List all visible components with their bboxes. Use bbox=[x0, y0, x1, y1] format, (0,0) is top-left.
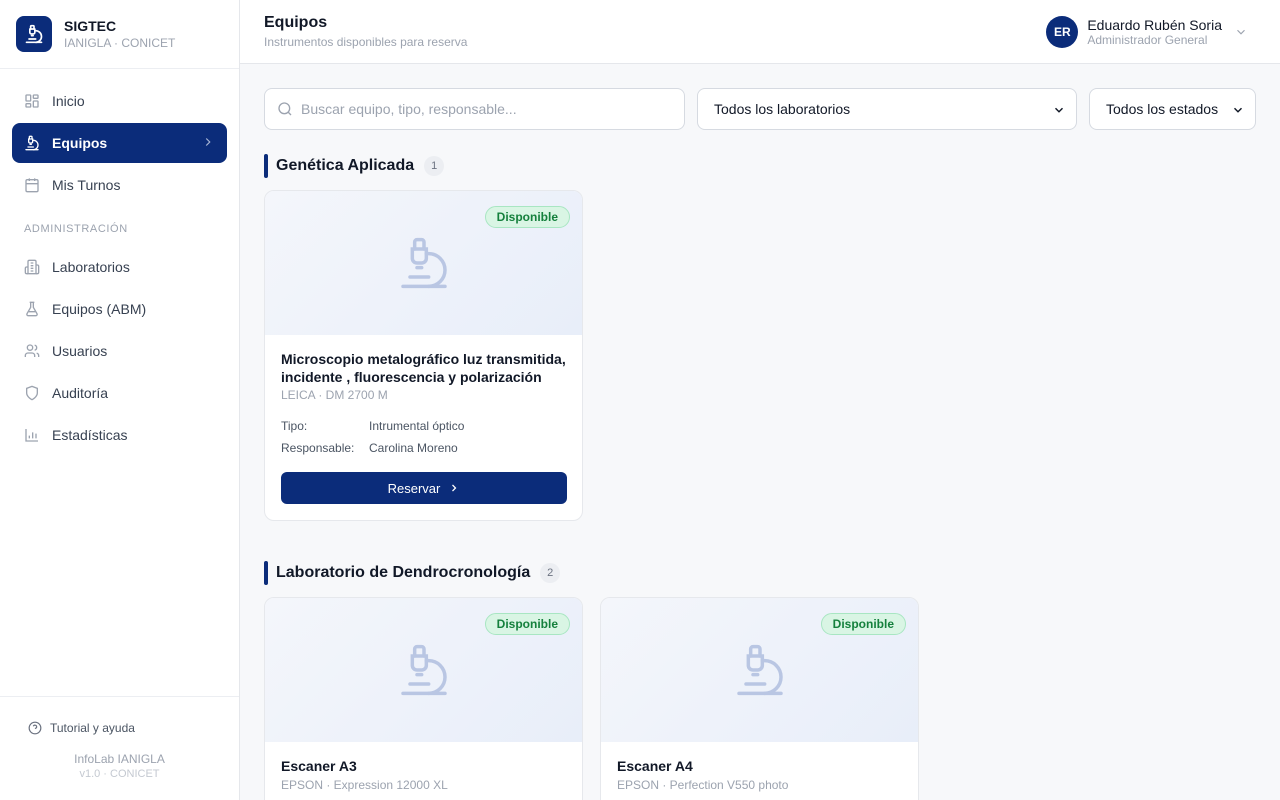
sidebar-item-inicio[interactable]: Inicio bbox=[12, 81, 227, 121]
chevron-down-icon bbox=[1237, 29, 1245, 35]
page-subtitle: Instrumentos disponibles para reserva bbox=[264, 35, 468, 49]
sidebar-item-label: Equipos bbox=[52, 135, 108, 151]
tipo-label: Tipo: bbox=[281, 419, 308, 433]
sidebar-item-label: Equipos (ABM) bbox=[52, 301, 147, 317]
section-title: Laboratorio de Dendrocronología bbox=[276, 564, 531, 581]
sidebar-nav: Inicio Equipos Mis Turnos ADMINISTRACIÓN… bbox=[0, 69, 239, 469]
user-menu[interactable]: ER Eduardo Rubén Soria Administrador Gen… bbox=[1046, 16, 1248, 48]
equipment-model: EPSON · Expression 12000 XL bbox=[281, 777, 448, 792]
equipment-image: Disponible bbox=[265, 191, 582, 335]
responsable-value: Carolina Moreno bbox=[369, 441, 458, 455]
laboratory-select-value: Todos los laboratorios bbox=[714, 101, 851, 117]
user-name: Eduardo Rubén Soria bbox=[1087, 16, 1222, 33]
sidebar-item-label: Mis Turnos bbox=[52, 177, 121, 193]
section-accent bbox=[264, 154, 268, 178]
sidebar-item-label: Inicio bbox=[52, 93, 85, 109]
reserve-button-label: Reservar bbox=[387, 480, 441, 496]
sidebar-item-label: Estadísticas bbox=[52, 427, 128, 443]
equipment-title: Escaner A3 bbox=[281, 758, 357, 774]
sidebar-item-label: Auditoría bbox=[52, 385, 109, 401]
status-badge: Disponible bbox=[484, 613, 570, 635]
chevron-right-icon bbox=[205, 138, 211, 146]
status-select[interactable]: Todos los estados bbox=[1089, 88, 1256, 130]
equipment-model: EPSON · Perfection V550 photo bbox=[617, 777, 789, 792]
footer-version: v1.0 · CONICET bbox=[79, 768, 160, 780]
search-icon bbox=[278, 102, 292, 116]
status-badge: Disponible bbox=[484, 206, 570, 228]
microscope-placeholder-icon bbox=[400, 237, 447, 289]
users-icon bbox=[24, 344, 40, 357]
page-title: Equipos bbox=[264, 14, 328, 31]
grid-icon bbox=[25, 94, 39, 108]
sidebar-item-mis-turnos[interactable]: Mis Turnos bbox=[12, 165, 227, 205]
brand: SIGTEC IANIGLA · CONICET bbox=[0, 0, 239, 69]
header: Equipos Instrumentos disponibles para re… bbox=[240, 0, 1280, 64]
tipo-value: Intrumental óptico bbox=[369, 419, 465, 433]
flask-icon bbox=[26, 301, 38, 317]
section-header: Laboratorio de Dendrocronología 2 bbox=[264, 561, 561, 585]
section-header: Genética Aplicada 1 bbox=[264, 154, 445, 178]
microscope-icon bbox=[25, 135, 39, 151]
section-accent bbox=[264, 561, 268, 585]
sidebar-item-estadisticas[interactable]: Estadísticas bbox=[12, 415, 227, 455]
sidebar-item-usuarios[interactable]: Usuarios bbox=[12, 331, 227, 371]
bar-chart-icon bbox=[25, 429, 38, 442]
laboratory-select[interactable]: Todos los laboratorios bbox=[697, 88, 1077, 130]
help-label: Tutorial y ayuda bbox=[50, 721, 135, 735]
building-icon bbox=[24, 259, 40, 275]
status-badge: Disponible bbox=[820, 613, 906, 635]
sidebar-footer: Tutorial y ayuda InfoLab IANIGLA v1.0 · … bbox=[0, 696, 239, 800]
sidebar-item-label: Usuarios bbox=[52, 343, 108, 359]
equipment-image: Disponible bbox=[265, 598, 582, 742]
equipment-card: Disponible Escaner A3 EPSON · Expression… bbox=[264, 597, 583, 800]
sidebar-item-auditoria[interactable]: Auditoría bbox=[12, 373, 227, 413]
section-count-badge: 1 bbox=[424, 156, 445, 176]
footer-org: InfoLab IANIGLA bbox=[74, 752, 165, 766]
equipment-card: Disponible Microscopio metalográfico luz… bbox=[264, 190, 583, 521]
responsable-label: Responsable: bbox=[281, 441, 355, 455]
help-link[interactable]: Tutorial y ayuda bbox=[0, 697, 239, 735]
sidebar-item-laboratorios[interactable]: Laboratorios bbox=[12, 247, 227, 287]
sidebar-item-equipos[interactable]: Equipos bbox=[12, 123, 227, 163]
equipment-title: Microscopio metalográfico luz transmitid… bbox=[281, 351, 566, 385]
equipment-title: Escaner A4 bbox=[617, 758, 693, 774]
section-title: Genética Aplicada bbox=[276, 157, 415, 174]
calendar-icon bbox=[25, 178, 39, 193]
app-subtitle: IANIGLA · CONICET bbox=[64, 35, 176, 50]
sidebar: SIGTEC IANIGLA · CONICET Inicio Equipos … bbox=[0, 0, 240, 800]
microscope-placeholder-icon bbox=[400, 644, 447, 696]
equipment-card: Disponible Escaner A4 EPSON · Perfection… bbox=[600, 597, 919, 800]
microscope-placeholder-icon bbox=[736, 644, 783, 696]
equipment-model: LEICA · DM 2700 M bbox=[281, 388, 388, 402]
app-title: SIGTEC bbox=[64, 17, 117, 34]
shield-icon bbox=[26, 385, 38, 401]
sidebar-item-equipos-abm[interactable]: Equipos (ABM) bbox=[12, 289, 227, 329]
chevron-right-icon bbox=[452, 484, 457, 492]
search-input[interactable] bbox=[301, 101, 661, 117]
sidebar-item-label: Laboratorios bbox=[52, 259, 130, 275]
help-circle-icon bbox=[28, 721, 42, 735]
status-select-value: Todos los estados bbox=[1106, 101, 1219, 117]
sidebar-section-admin: ADMINISTRACIÓN bbox=[24, 223, 128, 235]
section-count-badge: 2 bbox=[540, 563, 561, 583]
search-box bbox=[264, 88, 685, 130]
user-role: Administrador General bbox=[1087, 32, 1208, 47]
chevron-down-icon bbox=[1233, 107, 1243, 113]
avatar: ER bbox=[1046, 16, 1079, 48]
equipment-image: Disponible bbox=[601, 598, 918, 742]
microscope-logo-icon bbox=[16, 16, 52, 52]
chevron-down-icon bbox=[1054, 107, 1064, 113]
reserve-button[interactable]: Reservar bbox=[281, 472, 567, 504]
